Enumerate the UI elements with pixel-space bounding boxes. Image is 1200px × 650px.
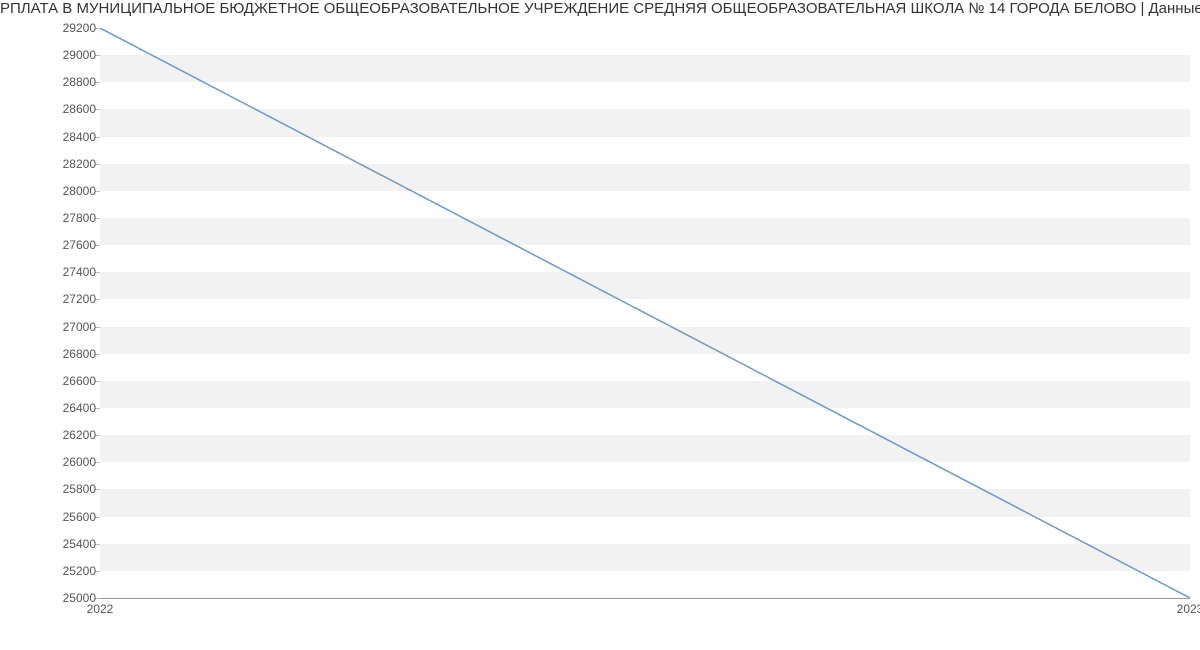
y-tick-label: 25800 [6,482,96,496]
x-tick-label: 2023 [1177,602,1200,616]
chart-container: РПЛАТА В МУНИЦИПАЛЬНОЕ БЮДЖЕТНОЕ ОБЩЕОБР… [0,0,1200,650]
y-tick-label: 27400 [6,265,96,279]
y-tick-label: 25000 [6,591,96,605]
y-tick-label: 27000 [6,320,96,334]
y-tick-label: 26400 [6,401,96,415]
chart-title: РПЛАТА В МУНИЦИПАЛЬНОЕ БЮДЖЕТНОЕ ОБЩЕОБР… [0,0,1200,24]
y-tick-label: 26200 [6,428,96,442]
y-tick-label: 26600 [6,374,96,388]
y-tick-label: 28000 [6,184,96,198]
x-tick-label: 2022 [87,602,114,616]
y-tick-label: 28800 [6,75,96,89]
y-tick-label: 28600 [6,102,96,116]
y-tick-label: 27200 [6,292,96,306]
y-tick-label: 29200 [6,21,96,35]
y-tick-label: 28400 [6,130,96,144]
y-tick-label: 25200 [6,564,96,578]
plot-area [100,28,1190,599]
series-line [100,28,1190,598]
y-tick-label: 25600 [6,510,96,524]
y-tick-label: 27800 [6,211,96,225]
line-series [100,28,1190,598]
y-tick-label: 27600 [6,238,96,252]
y-tick-label: 29000 [6,48,96,62]
y-tick-label: 25400 [6,537,96,551]
y-tick-label: 28200 [6,157,96,171]
y-tick-label: 26000 [6,455,96,469]
y-tick-label: 26800 [6,347,96,361]
